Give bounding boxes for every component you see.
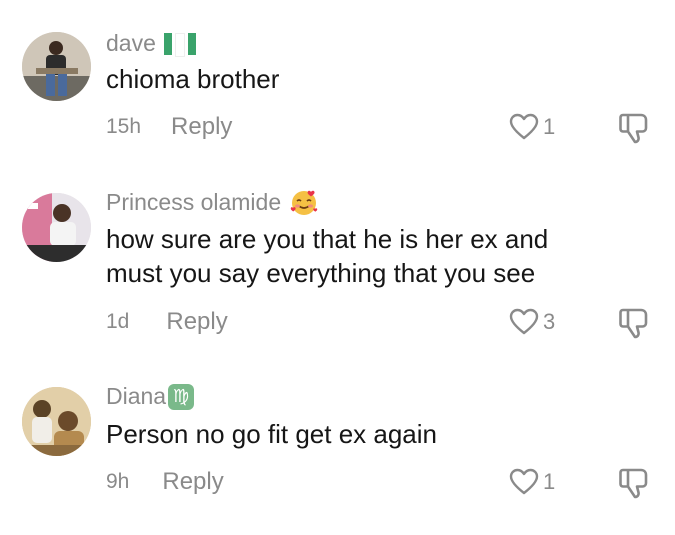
- comment-item: Princess olamide how sure are you that h…: [0, 170, 675, 350]
- comment-text: how sure are you that he is her ex and m…: [106, 224, 549, 288]
- dislike-icon[interactable]: [617, 111, 653, 145]
- username-text[interactable]: Princess olamide: [106, 189, 281, 216]
- like-button[interactable]: 3: [509, 308, 555, 336]
- comment-meta: 15h Reply: [106, 113, 232, 141]
- comment-username[interactable]: Princess olamide: [106, 188, 319, 216]
- comment-username[interactable]: Diana ♍: [106, 383, 195, 410]
- like-count: 3: [543, 309, 556, 334]
- avatar-image: [22, 387, 91, 456]
- comment-meta: 9h Reply: [106, 468, 224, 496]
- like-button[interactable]: 1: [509, 468, 555, 496]
- comment-text: Person no go fit get ex again: [106, 419, 438, 449]
- like-button[interactable]: 1: [509, 113, 555, 141]
- comment-time: 9h: [106, 470, 130, 493]
- avatar[interactable]: [22, 32, 91, 101]
- nigeria-flag-icon: [163, 32, 199, 57]
- dislike-icon[interactable]: [617, 306, 653, 340]
- like-count: 1: [543, 469, 556, 494]
- comment-username[interactable]: dave: [106, 30, 199, 57]
- avatar[interactable]: [22, 193, 91, 262]
- comment-meta: 1d Reply: [106, 308, 228, 336]
- avatar-image: [22, 32, 91, 101]
- heart-icon: [509, 468, 539, 495]
- reply-button[interactable]: Reply: [166, 308, 227, 336]
- virgo-zodiac-icon: ♍: [168, 383, 195, 410]
- like-count: 1: [543, 114, 556, 139]
- comment-item: Diana ♍ Person no go fit get ex again 9h…: [0, 365, 675, 535]
- avatar-image: [22, 193, 91, 262]
- comment-item: dave chioma brother 15h Reply 1: [0, 0, 675, 160]
- heart-icon: [509, 308, 539, 335]
- username-text[interactable]: dave: [106, 30, 156, 57]
- reply-button[interactable]: Reply: [171, 113, 232, 141]
- comment-time: 1d: [106, 310, 130, 333]
- username-text[interactable]: Diana: [106, 383, 166, 410]
- reply-button[interactable]: Reply: [162, 468, 223, 496]
- heart-icon: [509, 113, 539, 140]
- dislike-icon[interactable]: [617, 466, 653, 500]
- avatar[interactable]: [22, 387, 91, 456]
- smiling-face-with-hearts-emoji: [290, 190, 318, 215]
- comment-text: chioma brother: [106, 64, 280, 94]
- comment-time: 15h: [106, 115, 142, 138]
